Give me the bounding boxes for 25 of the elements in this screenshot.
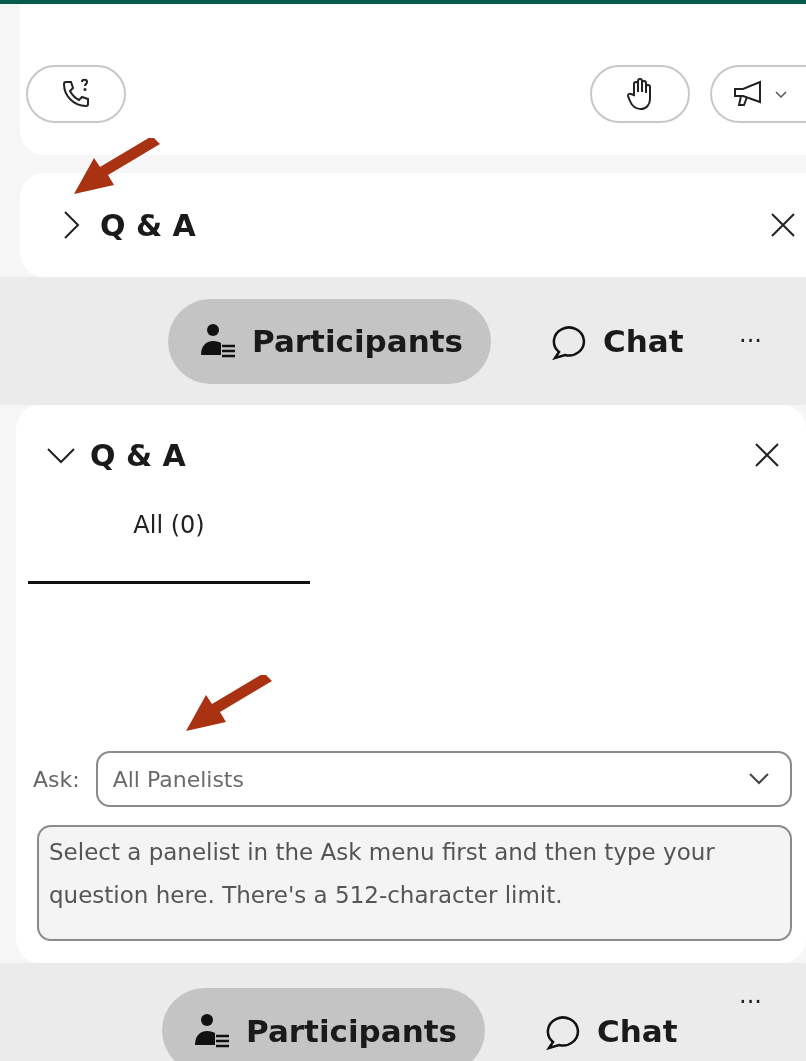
call-help-button[interactable] — [26, 65, 126, 123]
expand-toggle[interactable] — [62, 210, 80, 240]
panel-title: Q & A — [90, 437, 187, 473]
raise-hand-button[interactable] — [590, 65, 690, 123]
chevron-down-icon — [748, 772, 770, 786]
chat-tab[interactable]: Chat — [521, 298, 712, 384]
phone-question-icon — [60, 78, 92, 110]
close-button[interactable] — [754, 442, 780, 468]
close-button[interactable] — [770, 212, 796, 238]
caret-icon — [774, 89, 788, 99]
chevron-right-icon — [62, 210, 80, 240]
participants-tab[interactable]: Participants — [168, 298, 491, 384]
panel-title: Q & A — [100, 207, 197, 243]
question-field[interactable]: Select a panelist in the Ask menu first and then type your question here. There's a 512-character limit. — [37, 825, 792, 941]
participants-tab[interactable]: Participants — [162, 988, 485, 1061]
ask-dropdown[interactable]: All Panelists — [95, 751, 792, 807]
expand-toggle[interactable] — [46, 446, 76, 464]
qa-tab[interactable]: All (0) — [28, 505, 310, 584]
more-button[interactable]: ··· — [731, 988, 770, 1016]
hand-icon — [627, 77, 653, 111]
announce-button[interactable] — [710, 65, 806, 123]
more-button[interactable]: ··· — [731, 327, 770, 355]
chevron-down-icon — [46, 446, 76, 464]
chat-tab[interactable]: Chat — [515, 988, 706, 1061]
ask-label: Ask: — [33, 766, 80, 792]
